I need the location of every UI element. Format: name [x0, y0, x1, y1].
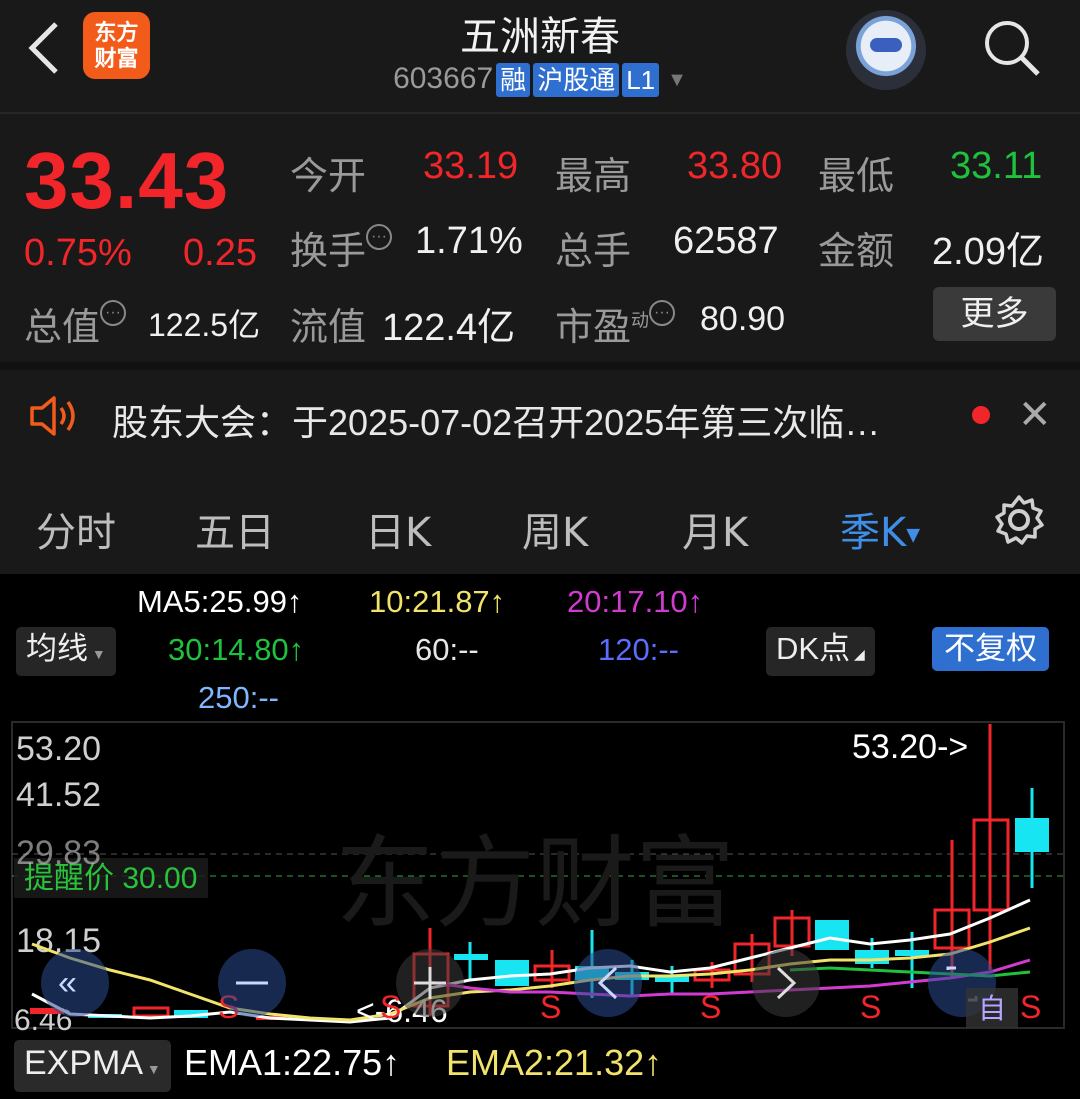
tab-quarterly-k[interactable]: 季K▼ — [840, 500, 920, 558]
low-value: 33.11 — [950, 145, 1043, 187]
adjust-mode-button[interactable]: 不复权 — [932, 627, 1049, 671]
speaker-icon — [28, 393, 82, 444]
dropdown-triangle-icon: ▼ — [88, 646, 106, 662]
search-icon — [985, 21, 1040, 76]
pe-label[interactable]: 市盈动 ··· — [555, 296, 676, 351]
dropdown-triangle-icon: ▼ — [667, 68, 687, 91]
amount-value: 2.09亿 — [932, 231, 1044, 273]
ma60-value: 60:-- — [415, 632, 479, 667]
sell-signal: S — [860, 989, 881, 1025]
pe-value: 80.90 — [700, 300, 786, 338]
mktcap-label-text: 总值 — [24, 307, 101, 349]
ma30-value: 30:14.80↑ — [168, 632, 305, 667]
info-dots-icon: ··· — [366, 224, 393, 250]
dk-point-button[interactable]: DK点 ◢ — [766, 627, 875, 676]
ma120-value: 120:-- — [598, 632, 679, 667]
float-value: 122.4亿 — [382, 307, 516, 349]
tag-margin: 融 — [496, 63, 531, 98]
ema1-value: EMA1:22.75↑ — [184, 1042, 401, 1083]
scroll-next-button[interactable] — [752, 949, 820, 1017]
tag-level: L1 — [622, 63, 660, 98]
ma20-value: 20:17.10↑ — [567, 584, 704, 619]
sub-indicator-selector[interactable]: EXPMA ▼ — [14, 1040, 171, 1092]
turnover-label-text: 换手 — [290, 231, 367, 273]
header-divider — [0, 112, 1080, 114]
volume-value: 62587 — [673, 220, 779, 262]
turnover-value: 1.71% — [415, 220, 523, 262]
more-button[interactable]: 更多 — [933, 287, 1056, 341]
ma-selector-label: 均线 — [26, 631, 88, 666]
pe-label-text: 市盈 — [555, 307, 632, 349]
corner-triangle-icon: ◢ — [850, 646, 865, 662]
unread-dot — [972, 406, 990, 424]
dk-point-label: DK点 — [776, 631, 851, 666]
zoom-out-button[interactable] — [218, 949, 286, 1017]
avatar-visor-icon — [870, 38, 902, 52]
sub-indicator-label: EXPMA — [24, 1044, 144, 1082]
gear-icon — [995, 495, 1044, 545]
high-label: 最高 — [555, 156, 632, 198]
low-label: 最低 — [818, 156, 895, 198]
high-value: 33.80 — [687, 145, 783, 187]
dropdown-triangle-icon: ▼ — [143, 1061, 161, 1077]
sell-signal: S — [540, 989, 561, 1025]
pe-sup: 动 — [631, 310, 650, 331]
tab-daily-k[interactable]: 日K — [365, 500, 431, 558]
notice-text[interactable]: 股东大会：于2025-07-02召开2025年第三次临… — [112, 394, 880, 446]
open-value: 33.19 — [423, 145, 519, 187]
self-select-label: 自 — [978, 993, 1006, 1024]
close-notice-button[interactable]: ✕ — [1018, 392, 1052, 438]
last-price: 33.43 — [24, 136, 230, 225]
tab-weekly-k[interactable]: 周K — [522, 500, 588, 558]
ma-selector-button[interactable]: 均线 ▼ — [16, 627, 116, 676]
info-dots-icon: ··· — [100, 300, 127, 326]
mktcap-value: 122.5亿 — [148, 307, 261, 343]
turnover-label[interactable]: 换手 ··· — [290, 220, 393, 275]
float-label: 流值 — [290, 307, 367, 349]
info-dots-icon: ··· — [649, 300, 676, 326]
ma10-value: 10:21.87↑ — [369, 584, 506, 619]
dropdown-triangle-icon: ▼ — [906, 524, 921, 546]
tab-intraday[interactable]: 分时 — [36, 500, 116, 558]
y-axis-label-max: 53.20 — [16, 730, 101, 768]
tag-connect: 沪股通 — [533, 63, 620, 98]
max-price-marker: 53.20-> — [852, 728, 968, 766]
amount-label: 金额 — [818, 231, 895, 273]
y-axis-label: 29.83 — [16, 834, 101, 872]
double-chevron-left-icon: « — [58, 964, 77, 1002]
open-label: 今开 — [290, 156, 367, 198]
scroll-prev-button[interactable] — [574, 949, 642, 1017]
close-icon: ✕ — [1018, 393, 1052, 437]
mktcap-label[interactable]: 总值 ··· — [24, 296, 127, 351]
search-button[interactable] — [980, 16, 1042, 78]
change-amount: 0.25 — [183, 232, 257, 274]
ma5-value: MA5:25.99↑ — [137, 584, 303, 619]
tab-five-day[interactable]: 五日 — [195, 500, 275, 558]
tab-quarterly-label: 季K — [840, 510, 907, 556]
zoom-in-button[interactable] — [396, 949, 464, 1017]
tab-monthly-k[interactable]: 月K — [682, 500, 748, 558]
scroll-left-button[interactable]: « — [41, 949, 109, 1017]
ma250-value: 250:-- — [198, 680, 279, 715]
change-percent: 0.75% — [24, 232, 132, 274]
brand-watermark: 东方财富 — [335, 828, 735, 940]
kline-canvas[interactable]: 提醒价 30.00 东方财富 53.20 41.52 29.83 18.15 6… — [0, 718, 1080, 1038]
sell-signal: S — [700, 989, 721, 1025]
y-axis-label: 41.52 — [16, 776, 101, 814]
ema2-value: EMA2:21.32↑ — [446, 1042, 663, 1083]
section-gap — [0, 362, 1080, 370]
volume-label: 总手 — [555, 231, 632, 273]
stock-code: 603667 — [393, 62, 494, 95]
sell-signal: S — [1020, 989, 1041, 1025]
chart-settings-button[interactable] — [993, 494, 1045, 551]
